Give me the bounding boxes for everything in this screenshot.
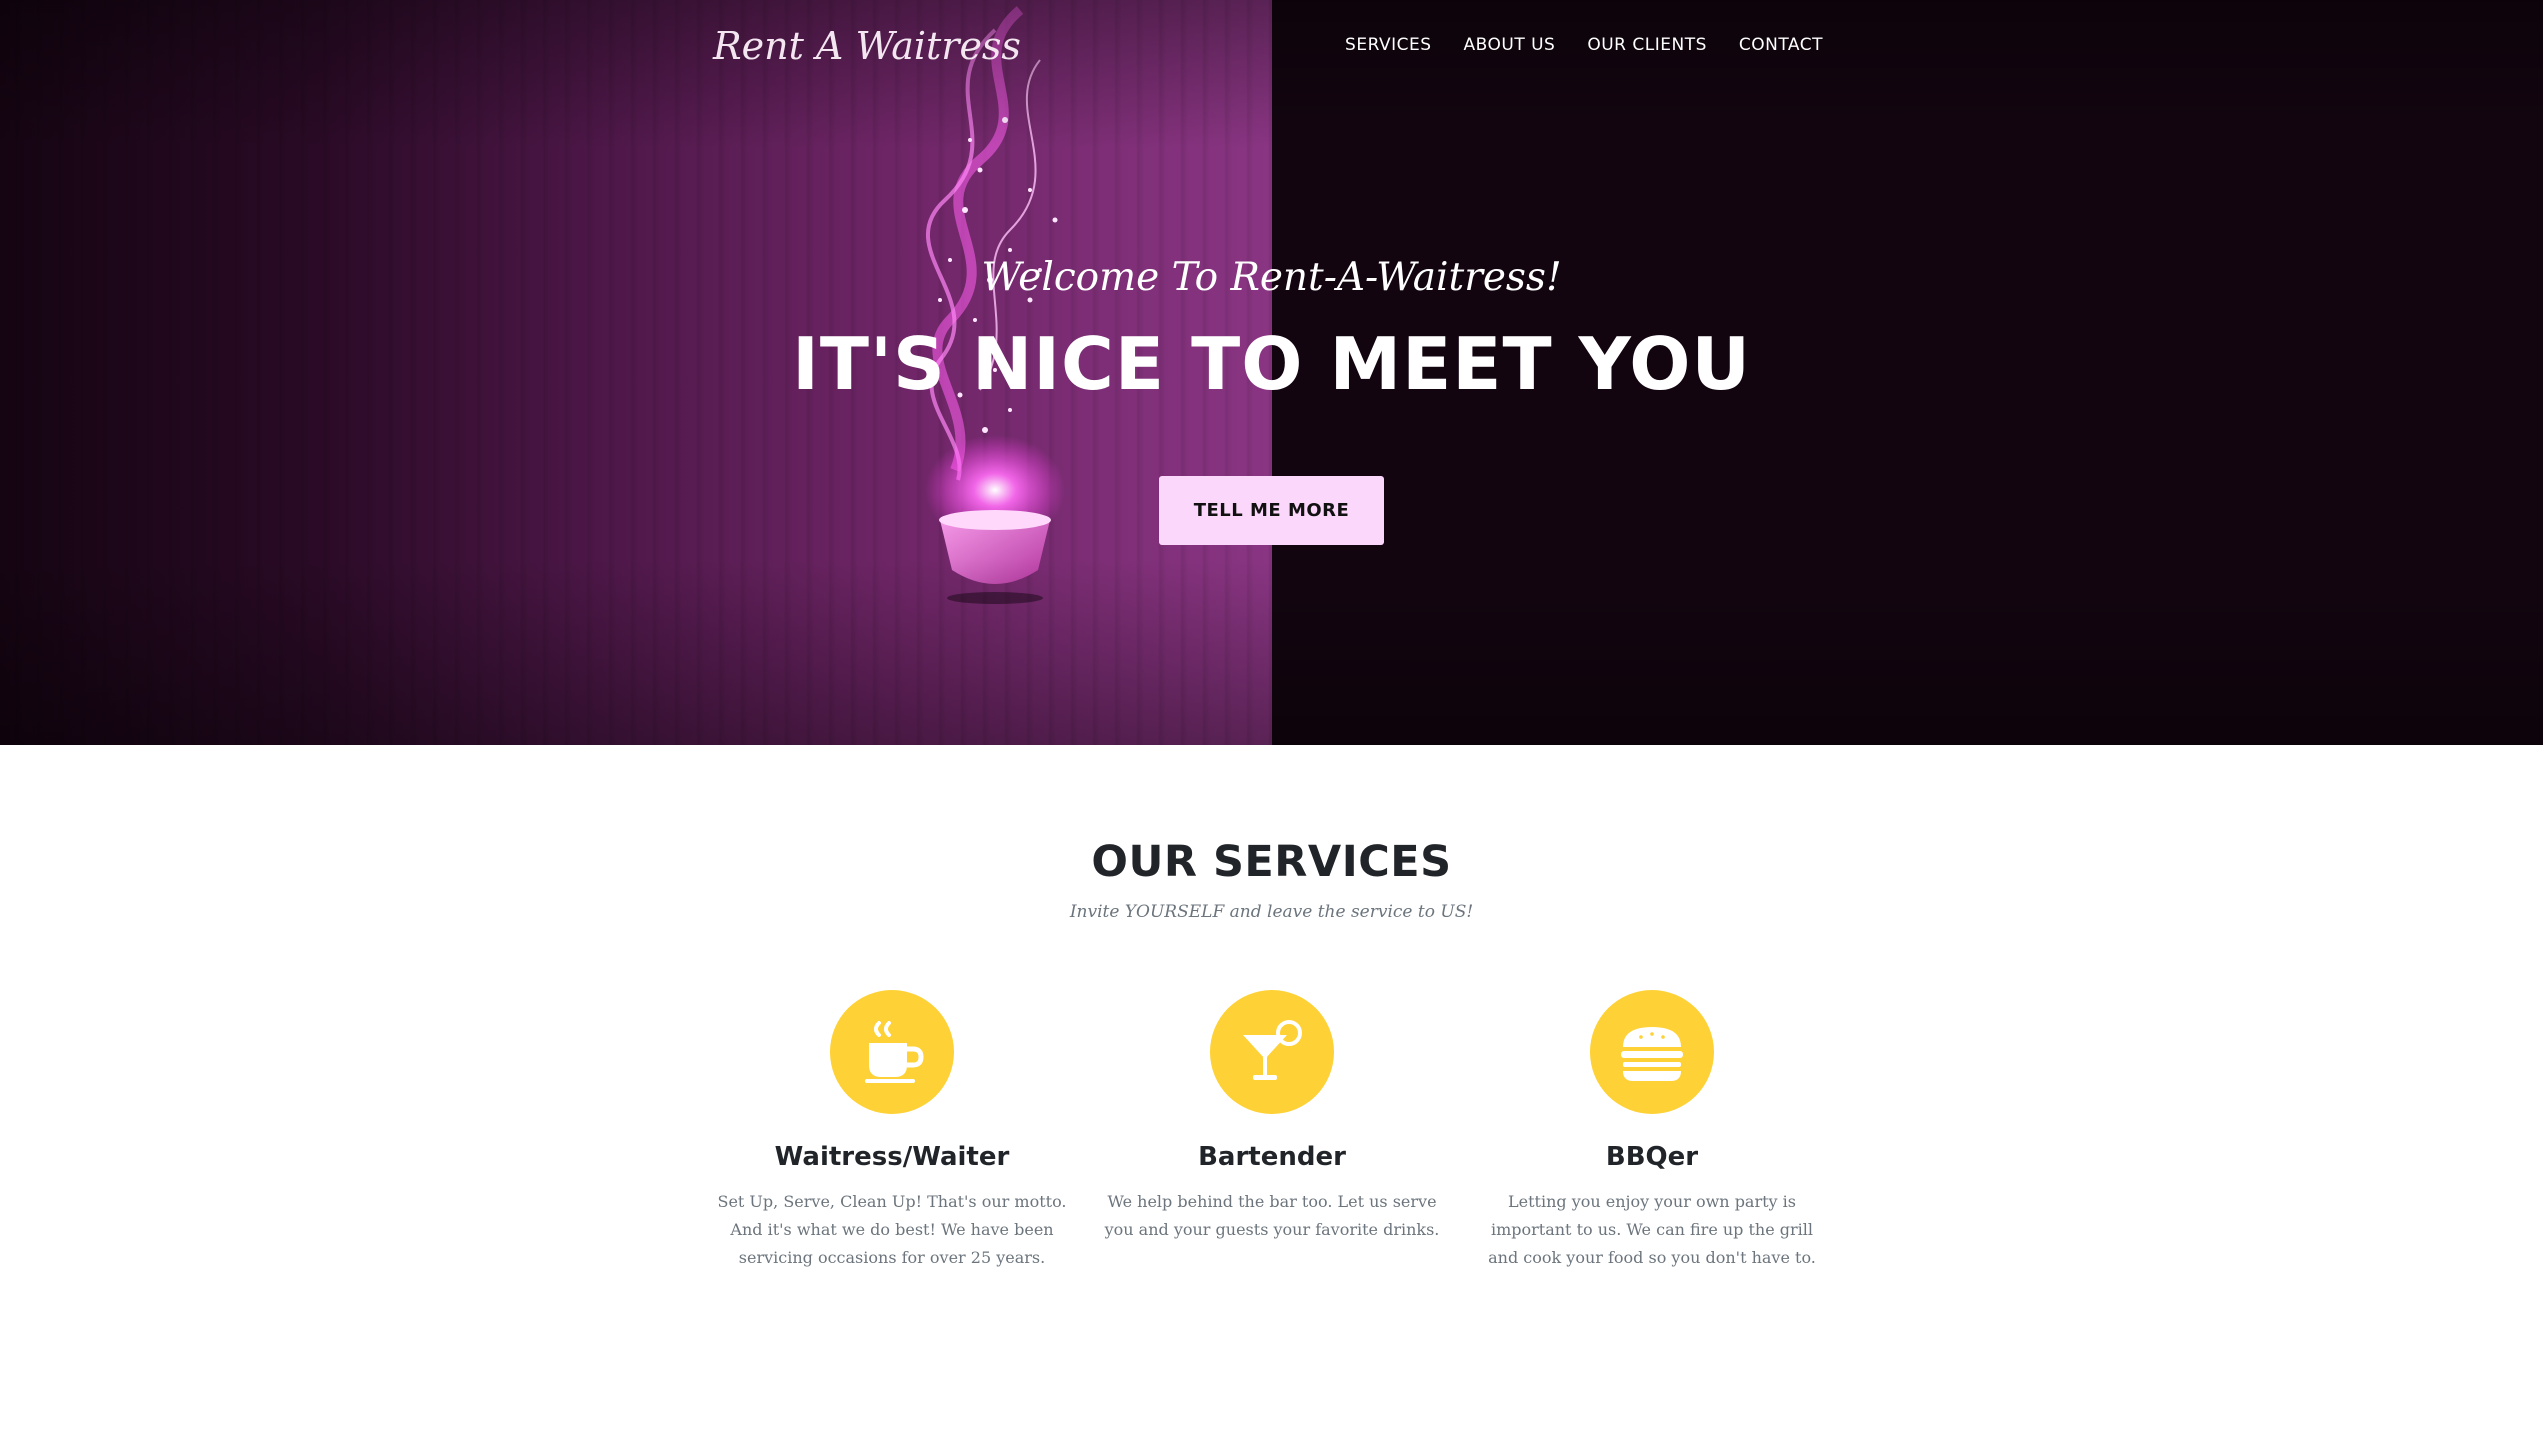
tell-me-more-button[interactable]: TELL ME MORE xyxy=(1159,476,1384,545)
hero-heading: IT'S NICE TO MEET YOU xyxy=(792,322,1751,406)
service-card-bbqer: BBQer Letting you enjoy your own party i… xyxy=(1472,990,1832,1272)
services-subtitle: Invite YOURSELF and leave the service to… xyxy=(1069,902,1474,922)
nav-links: SERVICES ABOUT US OUR CLIENTS CONTACT xyxy=(1313,35,1823,55)
brand-logo[interactable]: Rent A Waitress xyxy=(713,24,1021,68)
hero-subheading: Welcome To Rent-A-Waitress! xyxy=(981,255,1562,300)
nav-link-about-us[interactable]: ABOUT US xyxy=(1464,35,1556,55)
service-description: Letting you enjoy your own party is impo… xyxy=(1488,1192,1816,1267)
service-description: We help behind the bar too. Let us serve… xyxy=(1104,1192,1440,1239)
nav-link-services[interactable]: SERVICES xyxy=(1345,35,1431,55)
services-section: OUR SERVICES Invite YOURSELF and leave t… xyxy=(0,745,2543,1440)
top-navbar: Rent A Waitress SERVICES ABOUT US OUR CL… xyxy=(0,0,2543,92)
services-title: OUR SERVICES xyxy=(1091,837,1452,887)
hamburger-icon xyxy=(1590,990,1714,1114)
service-description: Set Up, Serve, Clean Up! That's our mott… xyxy=(717,1192,1067,1267)
service-card-waitress: Waitress/Waiter Set Up, Serve, Clean Up!… xyxy=(712,990,1072,1272)
hero-section: Rent A Waitress SERVICES ABOUT US OUR CL… xyxy=(0,0,2543,745)
coffee-cup-icon xyxy=(830,990,954,1114)
cocktail-icon xyxy=(1210,990,1334,1114)
service-card-bartender: Bartender We help behind the bar too. Le… xyxy=(1092,990,1452,1244)
service-name: Bartender xyxy=(1198,1142,1346,1172)
hero-text: Welcome To Rent-A-Waitress! IT'S NICE TO… xyxy=(0,255,2543,406)
nav-link-our-clients[interactable]: OUR CLIENTS xyxy=(1587,35,1707,55)
nav-link-contact[interactable]: CONTACT xyxy=(1739,35,1823,55)
service-name: Waitress/Waiter xyxy=(774,1142,1010,1172)
service-name: BBQer xyxy=(1605,1142,1699,1172)
